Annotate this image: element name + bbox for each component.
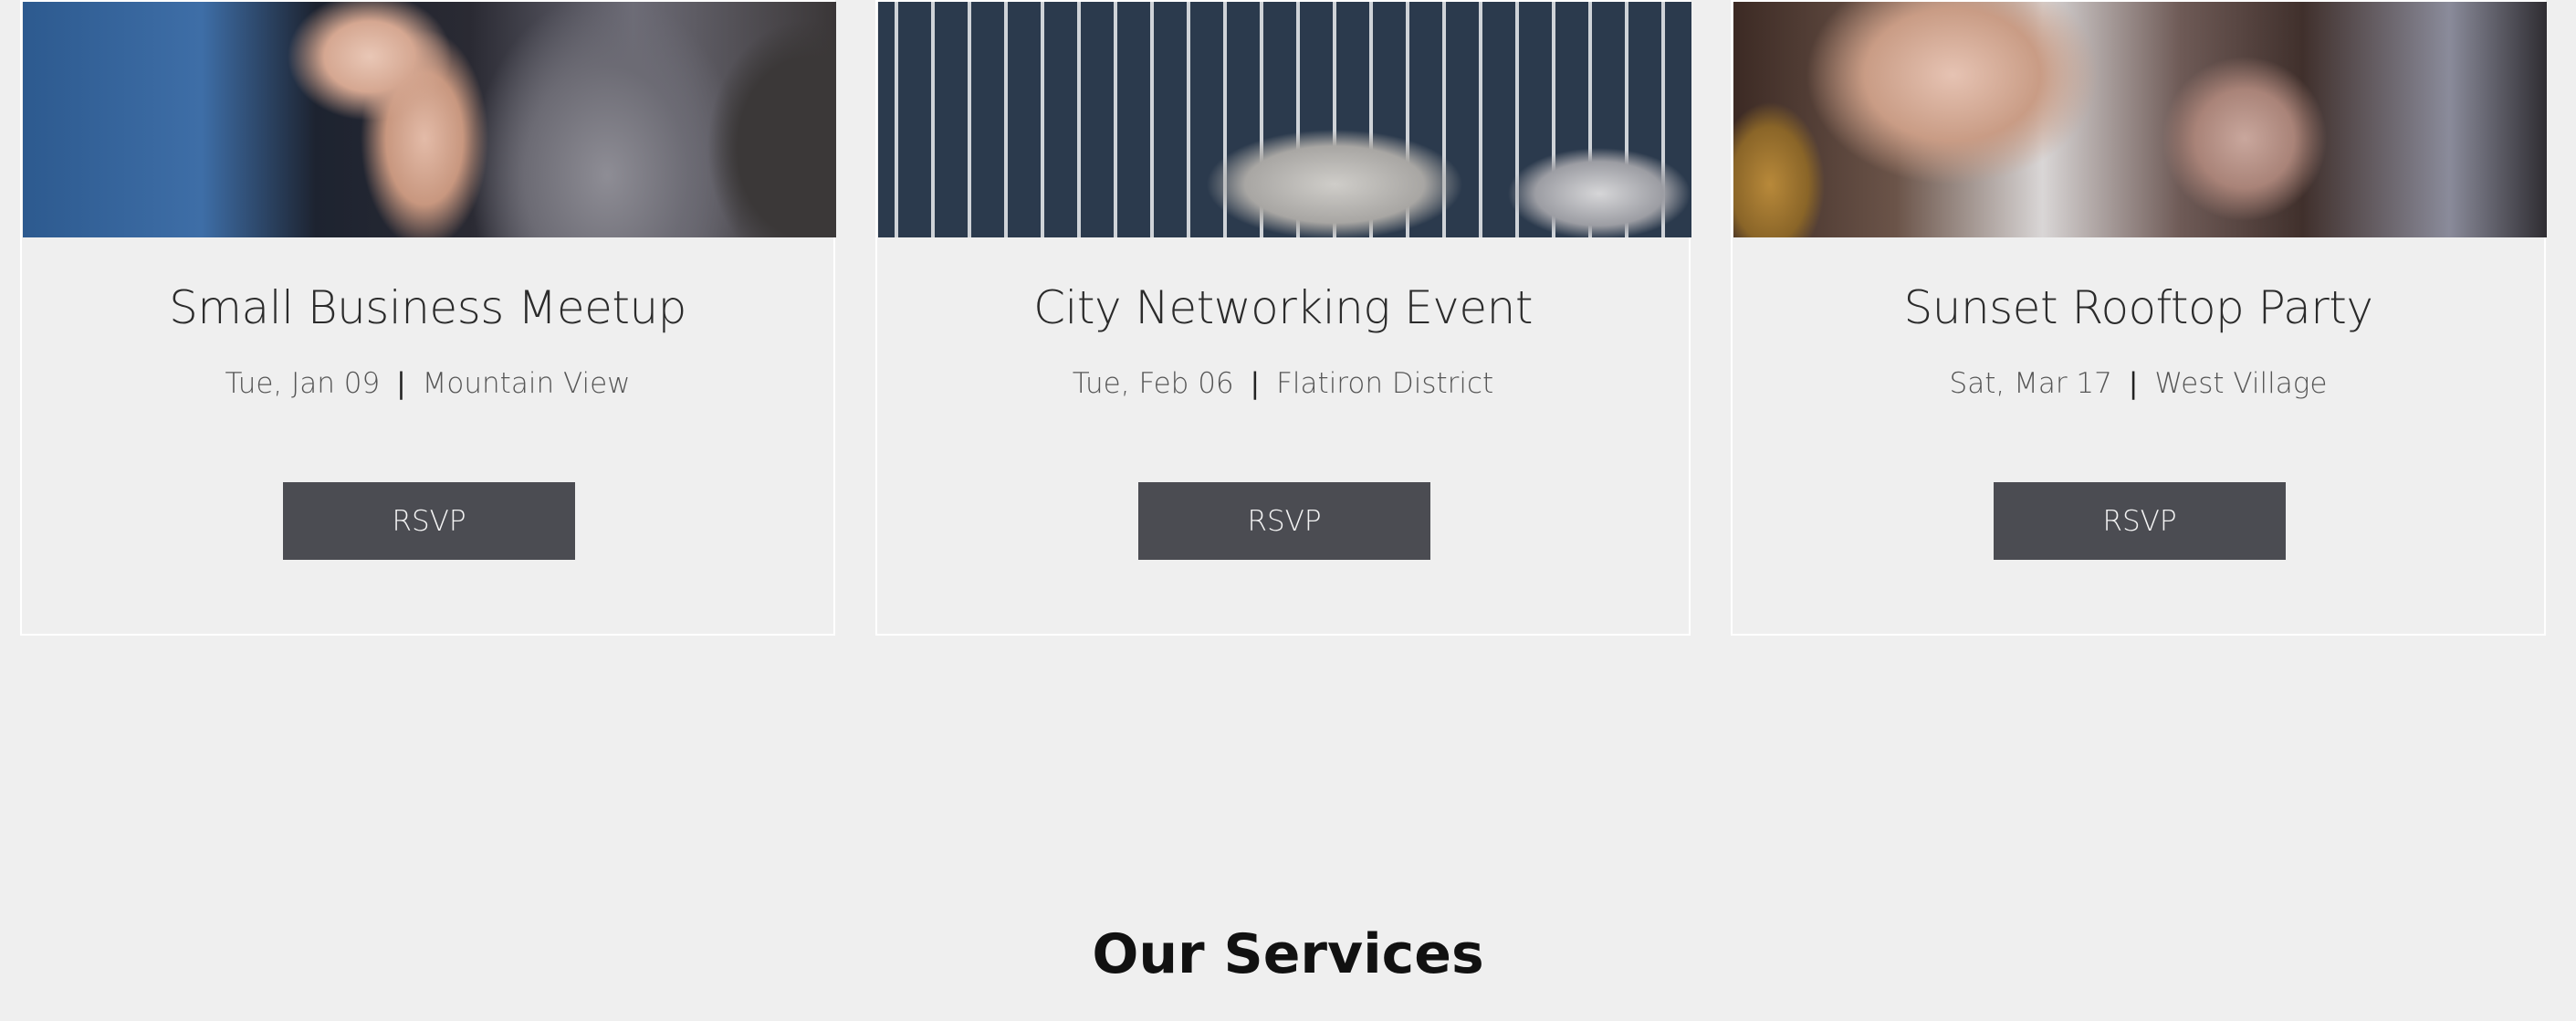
rsvp-button[interactable]: RSVP [283,482,575,560]
event-date: Tue, Feb 06 [1072,367,1234,400]
event-meta: Tue, Jan 09 | Mountain View [22,365,833,402]
event-image[interactable] [878,2,1691,237]
event-card: Sunset Rooftop Party Sat, Mar 17 | West Vi… [1731,0,2547,636]
event-title[interactable]: Sunset Rooftop Party [1733,280,2544,335]
rsvp-button[interactable]: RSVP [1138,482,1430,560]
event-location: Mountain View [422,367,631,400]
event-meta: Tue, Feb 06 | Flatiron District [877,365,1689,402]
event-title[interactable]: City Networking Event [877,280,1689,335]
event-card: Small Business Meetup Tue, Jan 09 | Mounta… [20,0,836,636]
event-location: Flatiron District [1276,367,1494,400]
event-image[interactable] [23,2,836,237]
meta-separator: | [396,367,406,400]
events-list: Small Business Meetup Tue, Jan 09 | Mounta… [20,0,2547,637]
meta-separator: | [1250,367,1261,400]
event-location: West Village [2154,367,2328,400]
event-image[interactable] [1733,2,2547,237]
event-date: Sat, Mar 17 [1949,367,2112,400]
meta-separator: | [2128,367,2139,400]
event-card: City Networking Event Tue, Feb 06 | Flatir… [875,0,1691,636]
event-meta: Sat, Mar 17 | West Village [1733,365,2544,402]
rsvp-button[interactable]: RSVP [1994,482,2286,560]
section-title-services: Our Services [1092,921,1484,986]
event-date: Tue, Jan 09 [225,367,381,400]
event-title[interactable]: Small Business Meetup [22,280,833,335]
